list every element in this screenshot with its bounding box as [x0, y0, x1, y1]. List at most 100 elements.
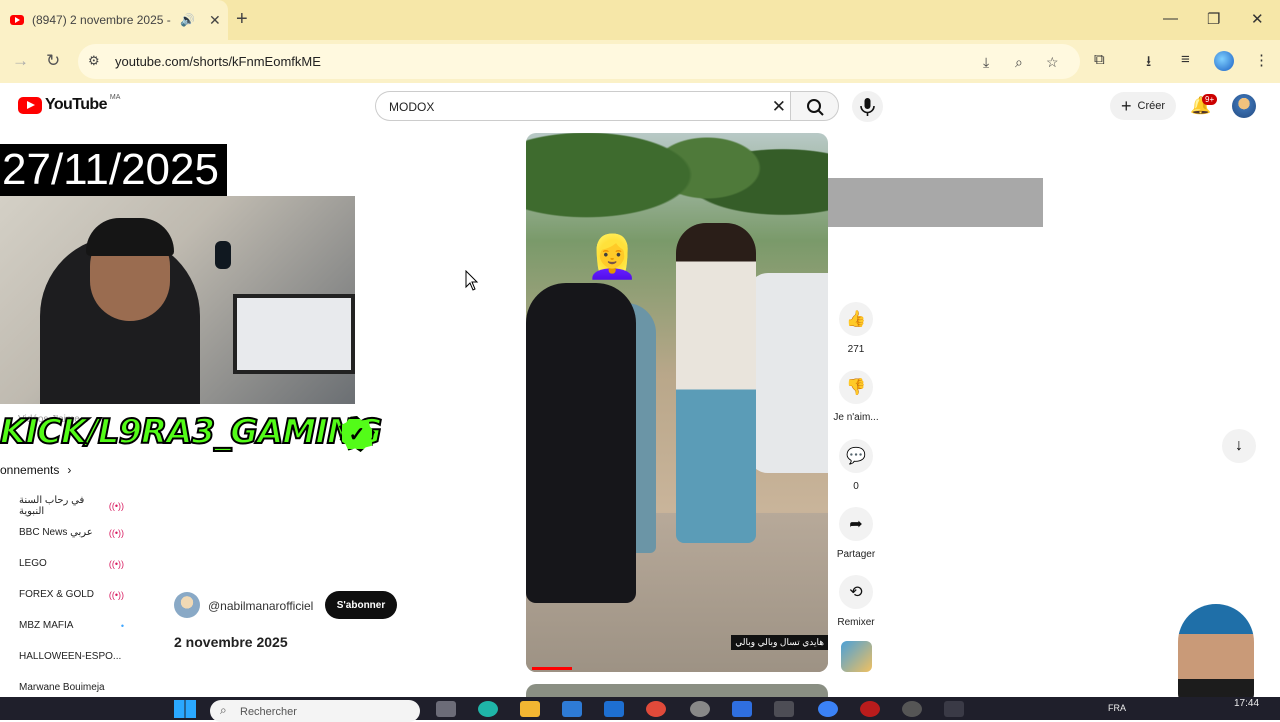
- face-cover-emoji: 👱‍♀️: [586, 233, 639, 280]
- subscribe-button[interactable]: S'abonner: [325, 591, 397, 619]
- video-caption: هايدي تسال وبالي وبالي: [731, 635, 828, 650]
- create-button[interactable]: + Créer: [1110, 92, 1176, 120]
- new-tab-button[interactable]: +: [236, 8, 248, 31]
- menu-kebab-icon[interactable]: ⋮: [1254, 51, 1269, 69]
- mouse-cursor-icon: [465, 270, 479, 291]
- obs-icon[interactable]: [902, 701, 922, 717]
- maximize-button[interactable]: ❐: [1207, 10, 1220, 28]
- youtube-favicon-icon: [10, 15, 24, 25]
- app-icon[interactable]: [690, 701, 710, 717]
- taskbar-search[interactable]: ⌕ Rechercher: [210, 700, 420, 722]
- url-text: youtube.com/shorts/kFnmEomfkME: [115, 54, 321, 69]
- close-window-button[interactable]: ✕: [1251, 10, 1264, 28]
- share-button[interactable]: ➦ Partager: [832, 507, 880, 560]
- download-icon[interactable]: ⭳: [1146, 51, 1151, 76]
- subscription-name: BBC News عربي: [19, 527, 93, 538]
- next-short-button[interactable]: ↓: [1222, 429, 1256, 463]
- live-indicator-icon: ((•)): [108, 589, 124, 600]
- taskbar-search-placeholder: Rechercher: [240, 706, 297, 718]
- subscription-name: في رحاب السنة النبوية: [19, 495, 85, 517]
- video-progress-bar[interactable]: [532, 667, 572, 670]
- remix-label: Remixer: [837, 617, 875, 628]
- youtube-wordmark: YouTube: [45, 96, 107, 113]
- video-date: 2 novembre 2025: [174, 634, 288, 650]
- arrow-down-icon: ↓: [1235, 437, 1243, 454]
- store-icon[interactable]: [562, 701, 582, 717]
- sidebar-subscription-item[interactable]: FOREX & GOLD ((•)): [19, 589, 124, 600]
- file-explorer-icon[interactable]: [520, 701, 540, 717]
- like-button[interactable]: 👍 271: [832, 302, 880, 355]
- create-label: Créer: [1137, 100, 1166, 112]
- extensions-icon[interactable]: ⧉: [1094, 51, 1105, 68]
- sidebar-subscription-item[interactable]: MBZ MAFIA •: [19, 620, 124, 631]
- zoom-icon[interactable]: ⌕: [1015, 54, 1023, 71]
- minimize-button[interactable]: —: [1163, 10, 1178, 27]
- messenger-icon[interactable]: [818, 701, 838, 717]
- voice-search-button[interactable]: [852, 91, 883, 122]
- windows-taskbar: ⌕ Rechercher FRA 17:44: [0, 697, 1280, 722]
- remix-button[interactable]: ⟲ Remixer: [832, 575, 880, 628]
- like-count: 271: [847, 344, 865, 355]
- keyboard-language[interactable]: FRA: [1108, 703, 1126, 713]
- sidebar-subscription-item[interactable]: BBC News عربي ((•)): [19, 527, 124, 538]
- profile-icon[interactable]: [1214, 51, 1234, 71]
- new-content-dot-icon: •: [120, 620, 124, 631]
- share-label: Partager: [836, 549, 876, 560]
- remix-icon: ⟲: [839, 575, 873, 609]
- sidebar-subscription-item[interactable]: LEGO ((•)): [19, 558, 124, 569]
- search-icon: [807, 99, 824, 116]
- omnibox[interactable]: ⚙ youtube.com/shorts/kFnmEomfkME ⤓ ⌕ ☆: [78, 44, 1080, 79]
- media-control-icon[interactable]: ≡: [1181, 51, 1190, 68]
- clear-search-icon[interactable]: ✕: [772, 97, 786, 117]
- search-button[interactable]: [790, 91, 839, 121]
- subscription-name: HALLOWEEN-ESPO...: [19, 651, 122, 662]
- windows-start-icon[interactable]: [174, 700, 196, 718]
- app-icon[interactable]: [860, 701, 880, 717]
- app-icon[interactable]: [732, 701, 752, 717]
- forward-icon[interactable]: →: [12, 51, 29, 71]
- search-query: MODOX: [389, 100, 435, 114]
- live-indicator-icon: ((•)): [108, 527, 124, 538]
- subscriptions-header[interactable]: onnements ›: [0, 463, 71, 477]
- sidebar-subscription-item[interactable]: Marwane Bouimeja: [19, 682, 124, 693]
- streamer-avatar-overlay: [1178, 604, 1254, 704]
- subscription-name: Marwane Bouimeja: [19, 682, 105, 693]
- short-video-player[interactable]: 👱‍♀️ هايدي تسال وبالي وبالي: [526, 133, 828, 672]
- speaker-icon[interactable]: 🔊: [180, 13, 195, 27]
- tab-close-icon[interactable]: ✕: [209, 12, 221, 29]
- comment-icon: 💬: [839, 439, 873, 473]
- sidebar-subscription-item[interactable]: في رحاب السنة النبوية ((•)): [19, 495, 124, 517]
- account-avatar[interactable]: [1232, 94, 1256, 118]
- site-info-icon[interactable]: ⚙: [88, 53, 100, 69]
- edge-browser-icon[interactable]: [478, 701, 498, 717]
- channel-handle[interactable]: @nabilmanarofficiel: [208, 599, 313, 613]
- taskbar-clock[interactable]: 17:44: [1234, 698, 1259, 709]
- app-icon[interactable]: [944, 701, 964, 717]
- plus-icon: +: [1120, 96, 1132, 116]
- share-arrow-icon: ➦: [839, 507, 873, 541]
- comments-button[interactable]: 💬 0: [832, 439, 880, 492]
- install-app-icon[interactable]: ⤓: [983, 54, 989, 71]
- sidebar-subscription-item[interactable]: HALLOWEEN-ESPO...: [19, 651, 124, 662]
- live-indicator-icon: ((•)): [108, 501, 124, 511]
- redacted-block: [828, 178, 1043, 227]
- dislike-button[interactable]: 👎 Je n'aim...: [832, 370, 880, 423]
- youtube-logo[interactable]: YouTube MA: [18, 94, 120, 114]
- task-view-icon[interactable]: [436, 701, 456, 717]
- subscription-name: MBZ MAFIA: [19, 620, 74, 631]
- streamer-webcam: [0, 196, 355, 404]
- subscriptions-label: onnements: [0, 463, 60, 477]
- reload-icon[interactable]: ↻: [46, 51, 60, 71]
- audio-source-thumbnail[interactable]: [841, 641, 872, 672]
- bookmark-star-icon[interactable]: ☆: [1046, 54, 1059, 71]
- mic-icon: [860, 98, 875, 116]
- app-icon[interactable]: [774, 701, 794, 717]
- kick-channel-overlay: KICK/L9RA3_GAMING: [0, 411, 383, 453]
- comment-count: 0: [853, 481, 859, 492]
- browser-tab[interactable]: (8947) 2 novembre 2025 - Yo 🔊 ✕: [0, 0, 228, 40]
- channel-avatar[interactable]: [174, 592, 200, 618]
- search-input[interactable]: MODOX ✕: [375, 91, 790, 121]
- tab-title: (8947) 2 novembre 2025 - Yo: [32, 13, 172, 27]
- chrome-icon[interactable]: [646, 701, 666, 717]
- outlook-icon[interactable]: [604, 701, 624, 717]
